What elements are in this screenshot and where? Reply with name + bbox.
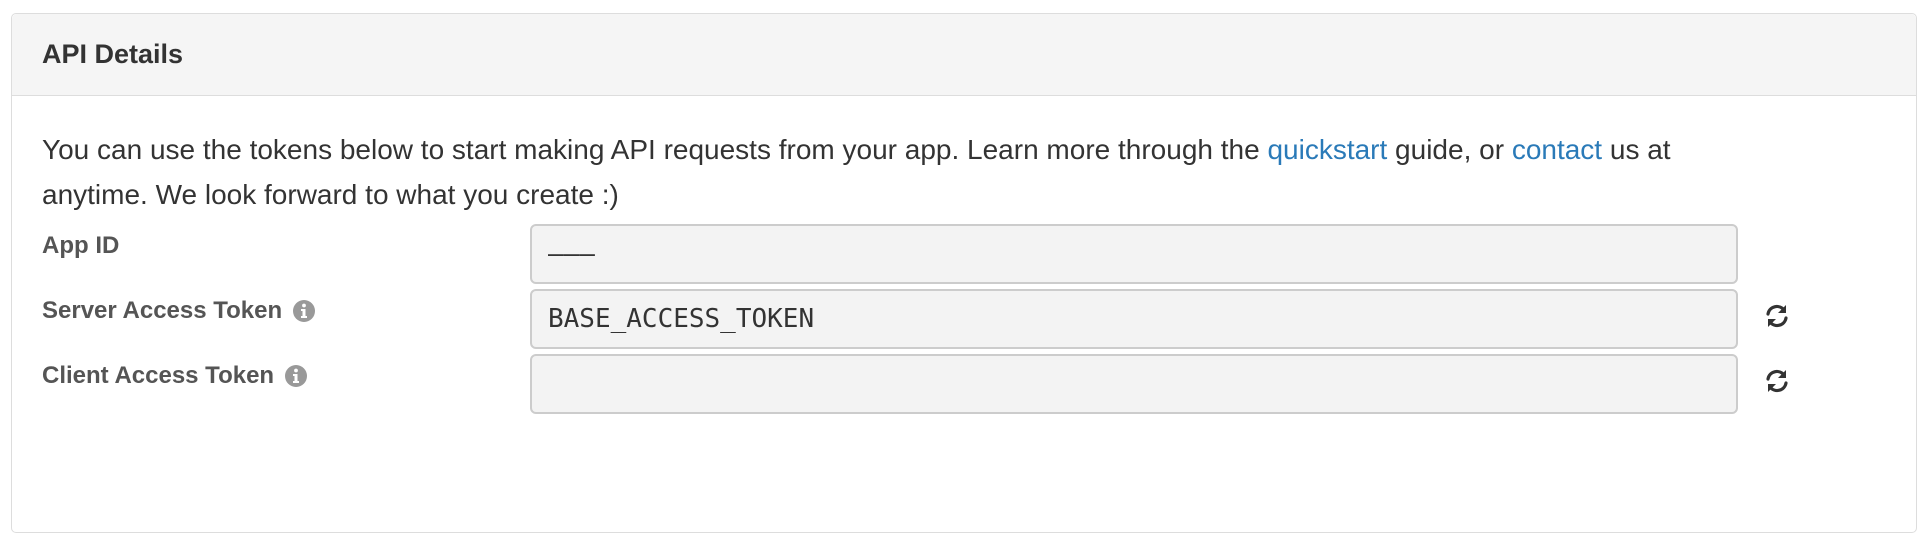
server-token-refresh-button[interactable] [1760, 301, 1794, 335]
server-token-row: Server Access Token [42, 289, 1902, 349]
intro-text-middle: guide, or [1387, 134, 1512, 165]
contact-link[interactable]: contact [1512, 134, 1602, 165]
intro-text-before: You can use the tokens below to start ma… [42, 134, 1268, 165]
server-token-label: Server Access Token [42, 297, 316, 325]
refresh-icon [1763, 302, 1791, 335]
server-token-info-icon[interactable] [292, 299, 316, 323]
panel-title: API Details [42, 39, 184, 69]
app-id-label: App ID [42, 232, 119, 260]
client-token-field[interactable] [530, 354, 1738, 414]
app-id-row: App ID [42, 224, 1902, 284]
panel-heading: API Details [12, 14, 1916, 96]
server-token-field[interactable] [530, 289, 1738, 349]
refresh-icon [1763, 367, 1791, 400]
client-token-refresh-button[interactable] [1760, 366, 1794, 400]
client-token-row: Client Access Token [42, 354, 1902, 414]
intro-text: You can use the tokens below to start ma… [42, 127, 1742, 217]
api-details-panel: API Details You can use the tokens below… [11, 13, 1917, 533]
server-token-label-text: Server Access Token [42, 297, 283, 324]
quickstart-link[interactable]: quickstart [1267, 134, 1387, 165]
app-id-field[interactable] [530, 224, 1738, 284]
client-token-info-icon[interactable] [284, 364, 308, 388]
client-token-label-text: Client Access Token [42, 362, 275, 389]
client-token-label: Client Access Token [42, 362, 308, 390]
app-id-label-text: App ID [42, 232, 120, 259]
